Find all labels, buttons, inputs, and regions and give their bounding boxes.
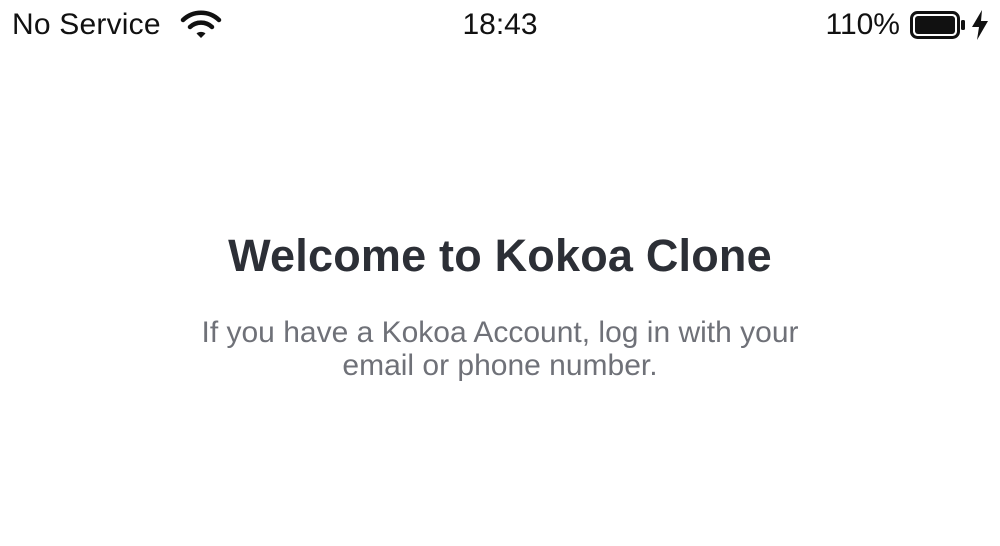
charging-bolt-icon [972, 10, 988, 40]
battery-icon [910, 11, 965, 39]
status-bar: No Service 18:43 110% [0, 0, 1000, 50]
welcome-header: Welcome to Kokoa Clone If you have a Kok… [0, 228, 1000, 382]
welcome-subtitle: If you have a Kokoa Account, log in with… [201, 316, 799, 382]
app-screen: No Service 18:43 110% Welcome to Kokoa C… [0, 0, 1000, 546]
welcome-title: Welcome to Kokoa Clone [228, 230, 772, 281]
status-bar-right: 110% [825, 6, 990, 44]
battery-percentage: 110% [825, 8, 900, 41]
